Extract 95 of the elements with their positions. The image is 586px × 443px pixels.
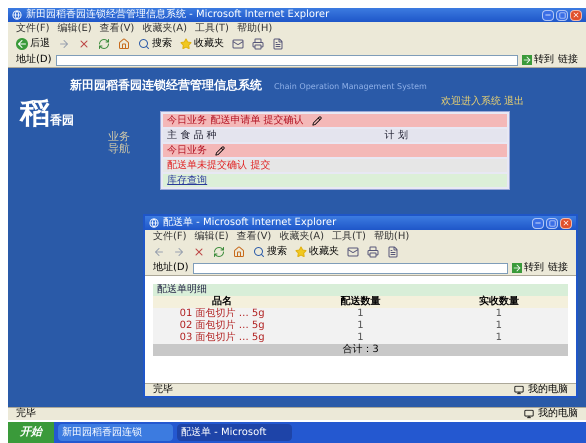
- close-icon: [572, 11, 580, 19]
- links-label[interactable]: 链接: [548, 263, 568, 273]
- search-icon: [253, 246, 265, 258]
- mail-icon[interactable]: [347, 246, 359, 258]
- taskbar-button[interactable]: 配送单 - Microsoft: [177, 424, 292, 441]
- address-field[interactable]: [56, 54, 518, 66]
- menu-item[interactable]: 查看(V): [100, 24, 134, 34]
- menu-item[interactable]: 帮助(H): [374, 232, 410, 242]
- zone-text: 我的电脑: [538, 409, 578, 419]
- menu-item[interactable]: 文件(F): [16, 24, 50, 34]
- start-button[interactable]: 开始: [8, 422, 54, 443]
- column-header: 品名: [211, 296, 234, 308]
- logo-text: 稻: [20, 99, 50, 129]
- computer-icon: [514, 385, 524, 395]
- close-button[interactable]: [560, 218, 572, 228]
- table-cell-text: 1: [356, 332, 365, 344]
- search-button[interactable]: 搜索: [138, 38, 172, 50]
- mail-icon[interactable]: [232, 38, 244, 50]
- table-cell-text: 1: [494, 332, 503, 344]
- taskbar-button[interactable]: 新田园稻香园连锁: [58, 424, 173, 441]
- printer-icon[interactable]: [252, 38, 264, 50]
- footer-text: 合计：3: [342, 345, 379, 355]
- window-title: 配送单 - Microsoft Internet Explorer: [163, 218, 338, 228]
- document-icon[interactable]: [387, 246, 399, 258]
- maximize-icon: [558, 12, 566, 18]
- menu-item[interactable]: 收藏夹(A): [142, 24, 187, 34]
- printer-icon[interactable]: [367, 246, 379, 258]
- computer-icon: [524, 409, 534, 419]
- pencil-icon[interactable]: [215, 146, 226, 156]
- stop-icon[interactable]: [193, 246, 205, 258]
- pencil-icon[interactable]: [312, 116, 322, 126]
- table-cell-text: 03 面包切片 … 5g: [178, 332, 266, 344]
- table-cell-text: 1: [356, 308, 365, 320]
- minimize-button[interactable]: [542, 10, 554, 20]
- menu-item[interactable]: 编辑(E): [194, 232, 229, 242]
- links-label[interactable]: 链接: [558, 55, 578, 65]
- row-text: 主 食 品 种: [167, 130, 217, 140]
- row-extra-text: 计 划: [384, 130, 408, 140]
- refresh-icon[interactable]: [213, 246, 225, 258]
- favorites-button[interactable]: 收藏夹: [180, 38, 224, 50]
- system-title: 新田园稻香园连锁经营管理信息系统: [70, 77, 262, 94]
- home-icon[interactable]: [118, 38, 130, 50]
- logo-small-text: 香园: [50, 112, 74, 129]
- maximize-icon: [548, 220, 556, 226]
- menu-item[interactable]: 工具(T): [195, 24, 229, 34]
- table-cell-text: 01 面包切片 … 5g: [178, 308, 266, 320]
- favorites-button[interactable]: 收藏夹: [295, 246, 339, 258]
- address-label: 地址(D): [153, 263, 189, 273]
- table-cell-text: 1: [356, 320, 365, 332]
- section-title: 配送单明细: [157, 285, 207, 295]
- table-cell-text: 1: [494, 320, 503, 332]
- close-button[interactable]: [570, 10, 582, 20]
- column-header: 实收数量: [478, 296, 520, 308]
- panel-row[interactable]: 配送单未提交确认 提交: [163, 159, 508, 172]
- row-text: 库存查询: [167, 176, 208, 186]
- panel-row[interactable]: 库存查询: [163, 174, 508, 187]
- window-title: 新田园稻香园连锁经营管理信息系统 - Microsoft Internet Explorer: [26, 10, 330, 20]
- menu-item[interactable]: 工具(T): [332, 232, 366, 242]
- menu-item[interactable]: 文件(F): [153, 232, 187, 242]
- table-cell-text: 1: [494, 308, 503, 320]
- panel-row[interactable]: 主 食 品 种 计 划: [163, 129, 508, 142]
- status-text: 完毕: [153, 385, 174, 395]
- stop-icon[interactable]: [78, 38, 90, 50]
- system-subtitle: Chain Operation Management System: [274, 81, 427, 93]
- menu-item[interactable]: 收藏夹(A): [279, 232, 324, 242]
- star-icon: [295, 246, 307, 258]
- menu-item[interactable]: 编辑(E): [58, 24, 92, 34]
- panel-row[interactable]: 今日业务 配送申请单 提交确认: [163, 114, 508, 127]
- maximize-button[interactable]: [546, 218, 558, 228]
- minimize-button[interactable]: [532, 218, 544, 228]
- search-icon: [138, 38, 150, 50]
- maximize-button[interactable]: [556, 10, 568, 20]
- close-icon: [562, 219, 570, 227]
- home-icon[interactable]: [233, 246, 245, 258]
- back-button[interactable]: 后退: [16, 38, 50, 50]
- go-button[interactable]: 转到: [522, 55, 554, 65]
- row-text: 今日业务 配送申请单 提交确认: [167, 116, 304, 126]
- row-text: 今日业务: [167, 146, 208, 156]
- status-text: 完毕: [16, 409, 37, 419]
- address-label: 地址(D): [16, 55, 52, 65]
- star-icon: [180, 38, 192, 50]
- zone-text: 我的电脑: [528, 385, 568, 395]
- table-cell-text: 02 面包切片 … 5g: [178, 320, 266, 332]
- go-button[interactable]: 转到: [512, 263, 544, 273]
- document-icon[interactable]: [272, 38, 284, 50]
- column-header: 配送数量: [339, 296, 382, 308]
- welcome-notice[interactable]: 欢迎进入系统 退出: [440, 94, 524, 109]
- side-label: 业务导航: [108, 131, 131, 158]
- menu-item[interactable]: 查看(V): [236, 232, 272, 242]
- address-field[interactable]: [192, 262, 508, 274]
- search-button[interactable]: 搜索: [253, 246, 287, 258]
- panel-row[interactable]: 今日业务: [163, 144, 508, 157]
- menu-item[interactable]: 帮助(H): [236, 24, 272, 34]
- row-text: 配送单未提交确认 提交: [167, 160, 270, 170]
- refresh-icon[interactable]: [98, 38, 110, 50]
